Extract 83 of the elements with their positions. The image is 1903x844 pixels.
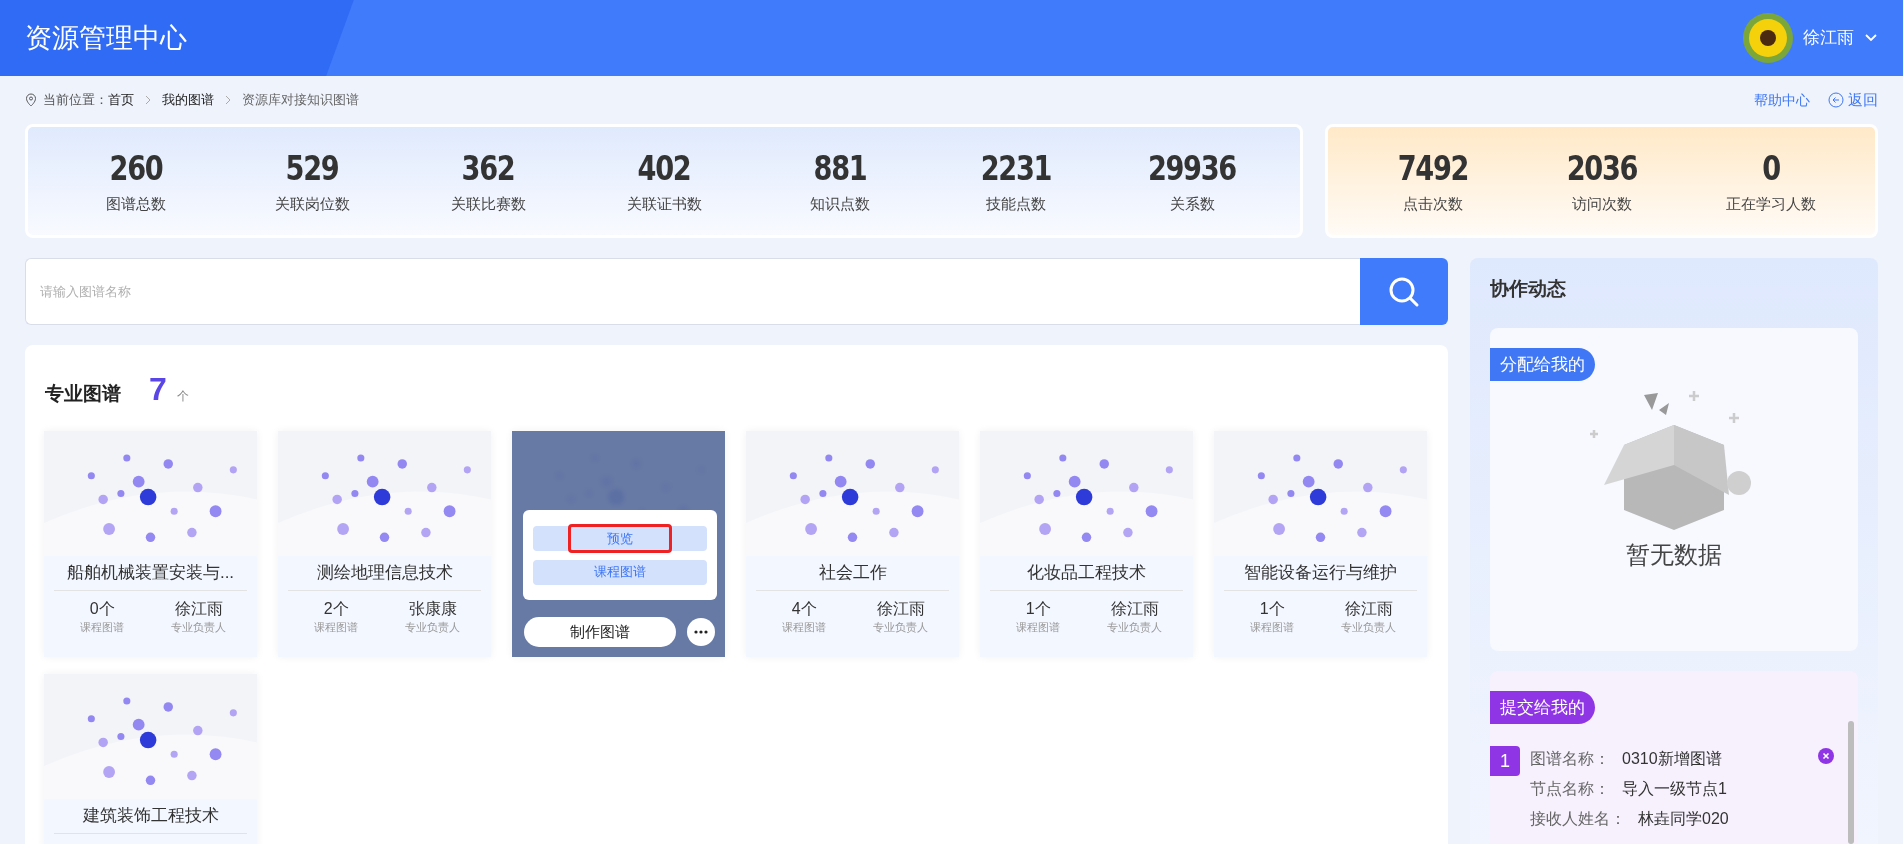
stat-value: 881 (813, 146, 867, 189)
graph-count: 7 (149, 370, 167, 409)
stat-label: 访问次数 (1571, 193, 1632, 214)
breadcrumb-link[interactable]: 我的图谱 (162, 90, 214, 110)
graph-card[interactable]: 船舶机械装置安装与... 0个 课程图谱 徐江雨 专业负责人 (44, 431, 257, 657)
stat-label: 技能点数 (986, 193, 1046, 214)
close-icon[interactable] (1818, 748, 1834, 764)
owner-name: 徐江雨 (174, 599, 223, 619)
course-label: 课程图谱 (80, 620, 125, 635)
section-tag: 分配给我的 (1490, 348, 1595, 381)
chevron-right-icon (144, 95, 152, 105)
graph-card[interactable]: 社会工作 4个 课程图谱 徐江雨 专业负责人 (746, 431, 959, 657)
stat-label: 关系数 (1169, 193, 1215, 214)
stat-label: 关联岗位数 (274, 193, 350, 214)
owner-label: 专业负责人 (171, 620, 227, 635)
course-count: 1个 (1259, 599, 1285, 619)
section-tag: 提交给我的 (1490, 691, 1595, 724)
breadcrumb-link[interactable]: 首页 (108, 90, 134, 110)
item-number: 1 (1490, 746, 1520, 776)
card-title: 化妆品工程技术 (990, 556, 1183, 591)
course-count: 0个 (89, 599, 115, 619)
owner-label: 专业负责人 (1107, 620, 1163, 635)
owner-label: 专业负责人 (1341, 620, 1397, 635)
field-value: 林垚同学020 (1638, 809, 1729, 829)
location-pin-icon (25, 93, 37, 107)
card-title: 建筑装饰工程技术 (54, 799, 247, 834)
field-value: 导入一级节点1 (1622, 779, 1727, 799)
owner-name: 张康康 (408, 599, 457, 619)
owner-name: 徐江雨 (1344, 599, 1393, 619)
stat-value: 0 (1761, 146, 1780, 189)
course-count: 4个 (791, 599, 817, 619)
make-graph-button[interactable]: 制作图谱 (524, 617, 676, 647)
field-label: 图谱名称： (1530, 749, 1610, 769)
field-value: 0310新增图谱 (1622, 749, 1722, 769)
back-link[interactable]: 返回 (1828, 88, 1878, 112)
stat-value: 362 (461, 146, 515, 189)
stat-value: 2231 (980, 146, 1052, 189)
card-title: 智能设备运行与维护 (1224, 556, 1417, 591)
stat-label: 知识点数 (810, 193, 870, 214)
owner-name: 徐江雨 (1110, 599, 1159, 619)
stat-label: 点击次数 (1402, 193, 1463, 214)
stat-value: 260 (109, 146, 163, 189)
course-count: 1个 (1025, 599, 1051, 619)
course-label: 课程图谱 (1250, 620, 1295, 635)
stat-value: 529 (285, 146, 339, 189)
breadcrumb-label: 当前位置： (43, 91, 108, 110)
section-title: 专业图谱 (45, 382, 121, 406)
more-icon (694, 630, 708, 634)
user-name[interactable]: 徐江雨 (1803, 25, 1854, 51)
course-count: 2个 (323, 599, 349, 619)
card-title: 社会工作 (756, 556, 949, 591)
chevron-right-icon (224, 95, 232, 105)
owner-name: 徐江雨 (876, 599, 925, 619)
card-title: 测绘地理信息技术 (288, 556, 481, 591)
card-title: 船舶机械装置安装与... (54, 556, 247, 591)
panel-title: 协作动态 (1490, 277, 1567, 301)
count-unit: 个 (176, 388, 189, 405)
app-title: 资源管理中心 (25, 21, 187, 55)
empty-state-text: 暂无数据 (1626, 540, 1722, 570)
graph-card[interactable]: 智能设备运行与维护 1个 课程图谱 徐江雨 专业负责人 (1214, 431, 1427, 657)
search-button[interactable] (1360, 258, 1448, 325)
stat-label: 正在学习人数 (1725, 193, 1816, 214)
graph-card[interactable]: 化妆品工程技术 1个 课程图谱 徐江雨 专业负责人 (980, 431, 1193, 657)
course-label: 课程图谱 (314, 620, 359, 635)
graph-card[interactable]: 建筑装饰工程技术 (44, 674, 257, 844)
stat-value: 29936 (1148, 146, 1236, 189)
help-link[interactable]: 帮助中心 (1754, 89, 1810, 111)
stat-value: 402 (637, 146, 691, 189)
breadcrumb-link[interactable]: 资源库对接知识图谱 (242, 90, 359, 110)
course-label: 课程图谱 (782, 620, 827, 635)
stat-label: 图谱总数 (106, 193, 166, 214)
course-label: 课程图谱 (1016, 620, 1061, 635)
chevron-down-icon[interactable] (1864, 33, 1878, 43)
graph-card[interactable]: 测绘地理信息技术 2个 课程图谱 张康康 专业负责人 (278, 431, 491, 657)
owner-label: 专业负责人 (873, 620, 929, 635)
search-field[interactable]: 请输入图谱名称 (25, 258, 1360, 325)
field-label: 节点名称： (1530, 779, 1610, 799)
stat-label: 关联比赛数 (450, 193, 526, 214)
stat-label: 关联证书数 (626, 193, 702, 214)
stat-value: 2036 (1566, 146, 1637, 189)
stat-value: 7492 (1397, 146, 1468, 189)
owner-label: 专业负责人 (405, 620, 461, 635)
field-label: 接收人姓名： (1530, 809, 1626, 829)
